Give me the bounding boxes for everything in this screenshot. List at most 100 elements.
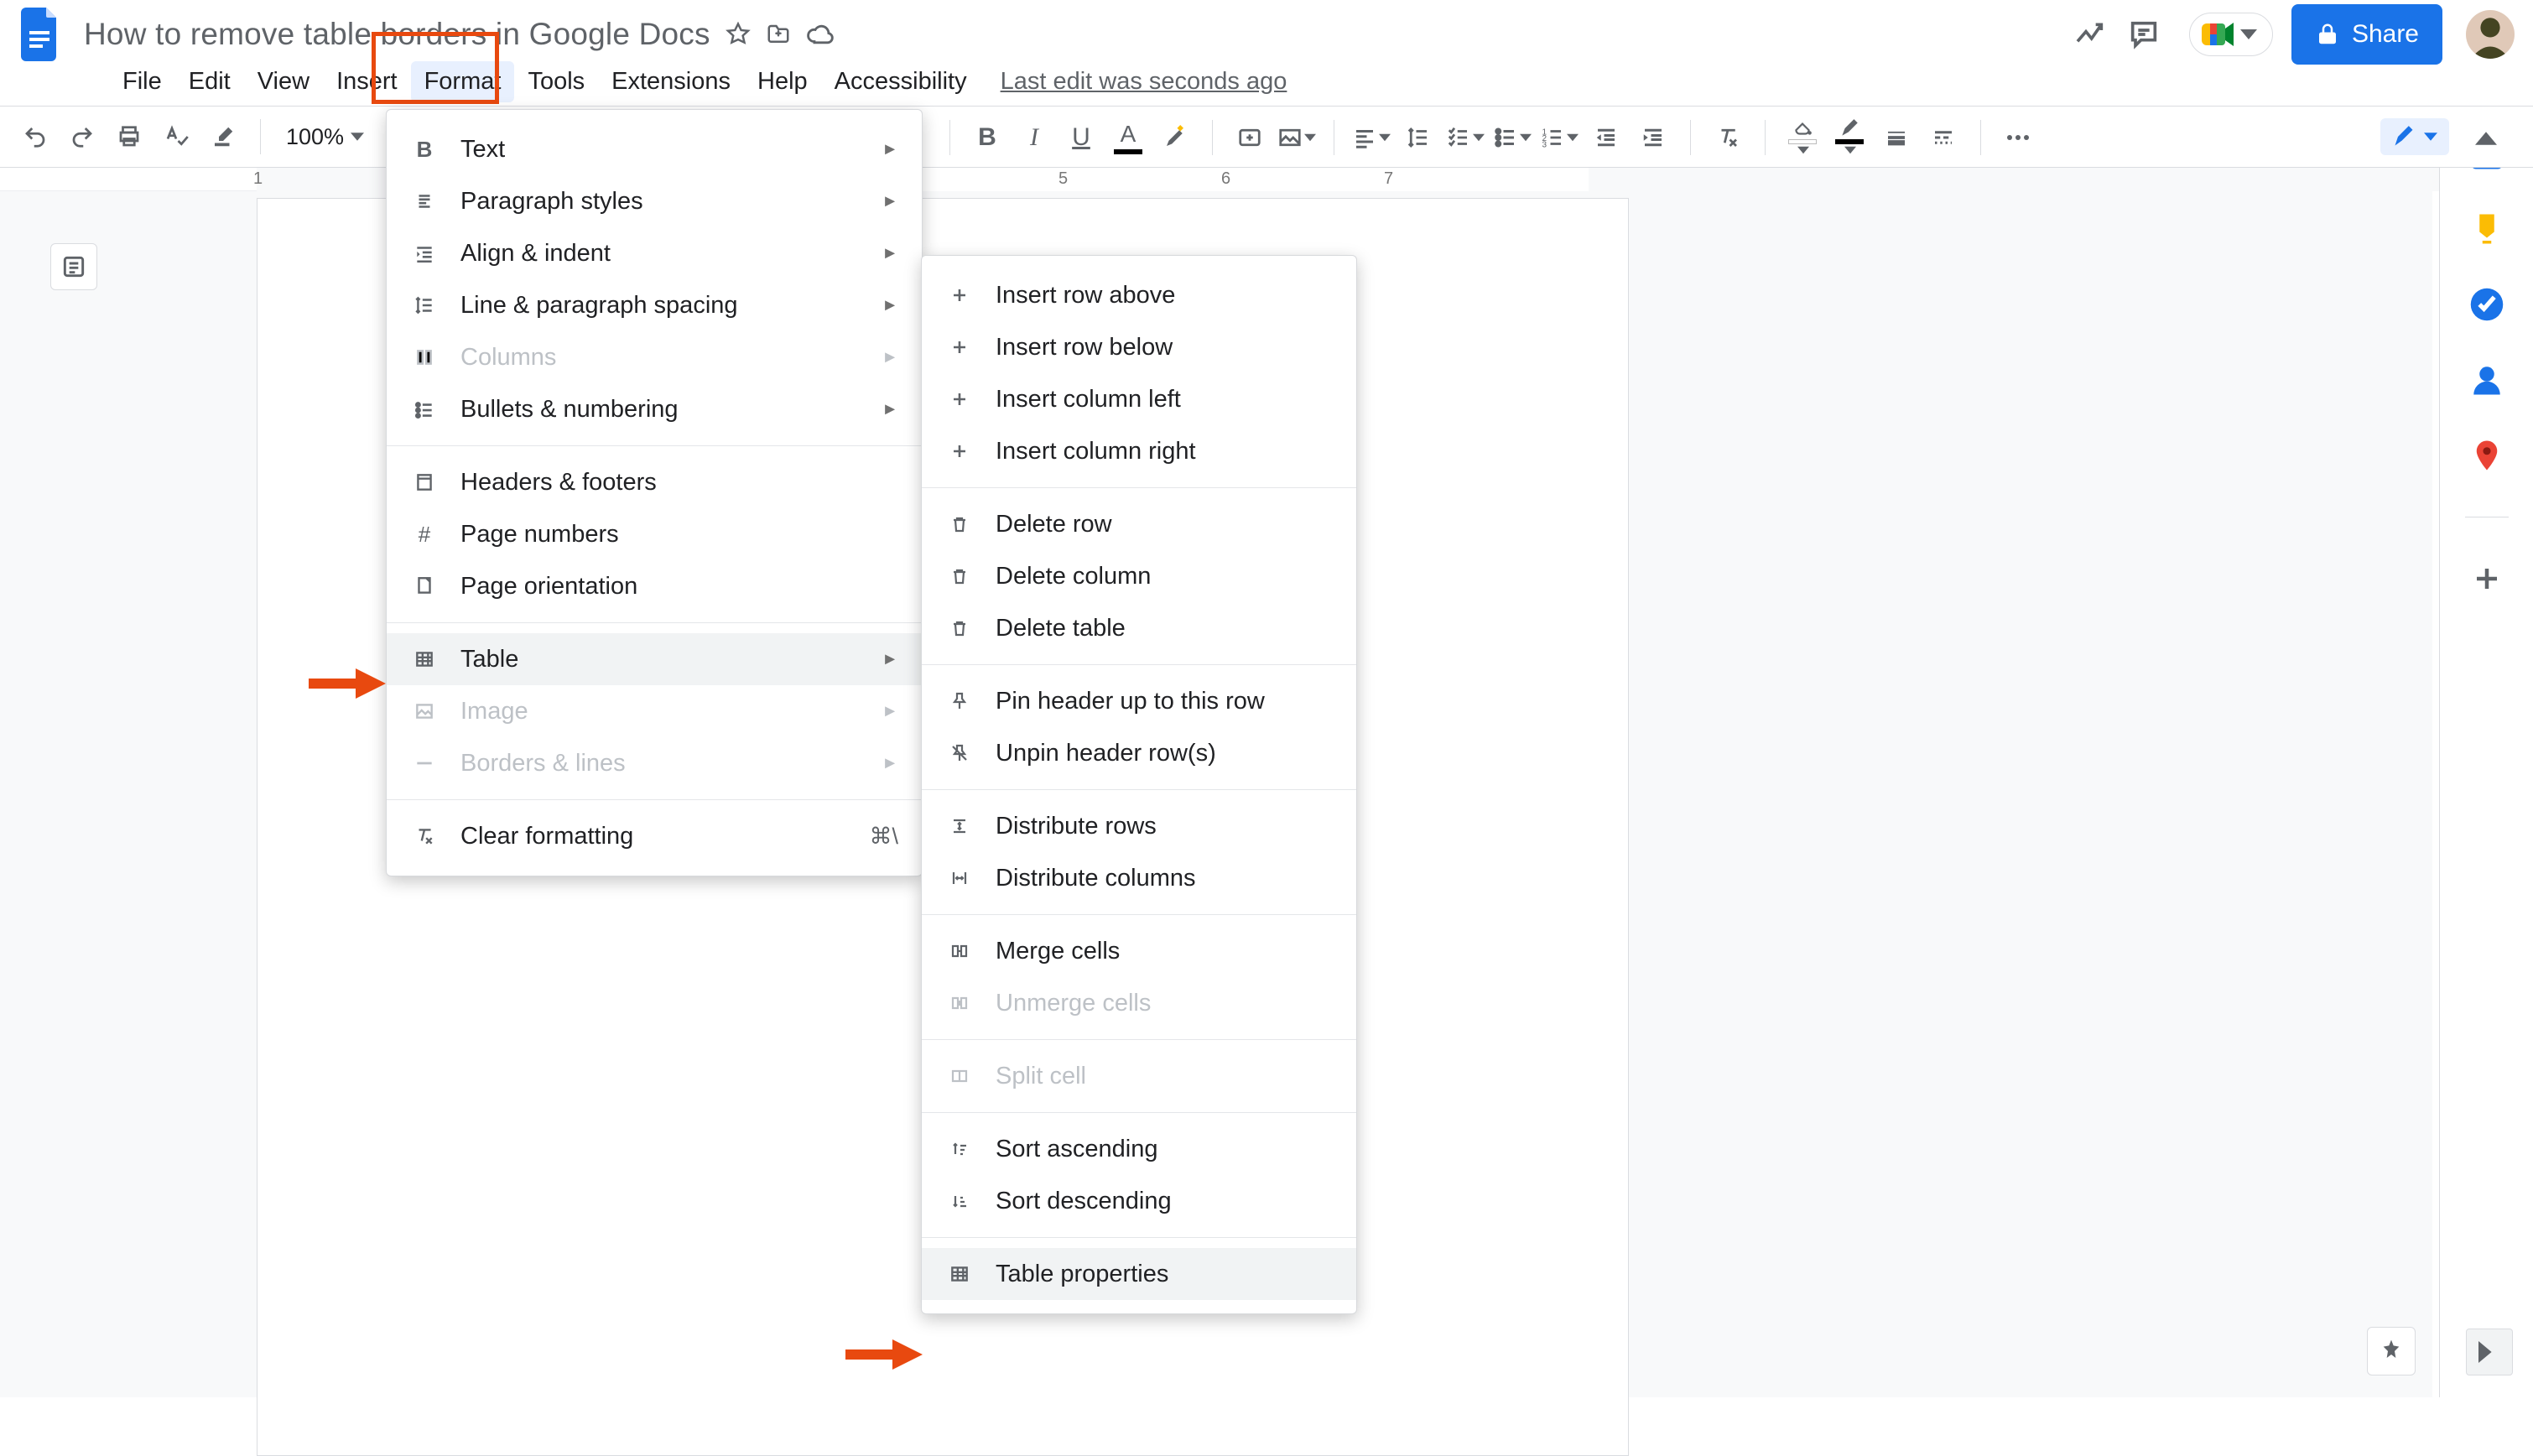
border-width-button[interactable]	[1876, 117, 1917, 158]
zoom-selector[interactable]: 100%	[278, 124, 372, 150]
menu-help[interactable]: Help	[744, 61, 821, 102]
trash-icon	[945, 562, 974, 590]
bulleted-list-button[interactable]	[1492, 117, 1532, 158]
menu-format[interactable]: Format	[411, 61, 515, 102]
menu-edit[interactable]: Edit	[175, 61, 244, 102]
collapse-toolbar-button[interactable]	[2466, 118, 2506, 159]
app-header: How to remove table borders in Google Do…	[0, 0, 2533, 57]
star-icon[interactable]	[726, 22, 751, 47]
maps-addon-icon[interactable]	[2468, 436, 2506, 475]
table-distribute-cols[interactable]: Distribute columns	[922, 852, 1356, 904]
menu-tools[interactable]: Tools	[514, 61, 598, 102]
format-page-orientation[interactable]: Page orientation	[387, 560, 922, 612]
table-unpin-header[interactable]: Unpin header row(s)	[922, 727, 1356, 779]
table-insert-row-above[interactable]: Insert row above	[922, 269, 1356, 321]
menu-insert[interactable]: Insert	[323, 61, 411, 102]
contacts-addon-icon[interactable]	[2468, 361, 2506, 399]
menu-extensions[interactable]: Extensions	[598, 61, 744, 102]
document-outline-button[interactable]	[50, 243, 97, 290]
mode-selector[interactable]	[2380, 118, 2449, 155]
table-sort-asc[interactable]: Sort ascending	[922, 1123, 1356, 1175]
format-columns[interactable]: Columns►	[387, 331, 922, 383]
share-label: Share	[2352, 20, 2419, 49]
format-page-numbers[interactable]: #Page numbers	[387, 508, 922, 560]
table-delete-table[interactable]: Delete table	[922, 602, 1356, 654]
horizontal-ruler[interactable]: 1 2 3 4 5 6 7	[0, 168, 2533, 191]
clear-format-button[interactable]	[1708, 117, 1748, 158]
table-distribute-rows[interactable]: Distribute rows	[922, 800, 1356, 852]
last-edit-link[interactable]: Last edit was seconds ago	[1001, 68, 1287, 96]
share-button[interactable]: Share	[2291, 4, 2442, 65]
format-paragraph-styles[interactable]: Paragraph styles►	[387, 175, 922, 227]
hide-sidepanel-button[interactable]	[2466, 1329, 2513, 1375]
align-button[interactable]	[1351, 117, 1391, 158]
table-unmerge-cells[interactable]: Unmerge cells	[922, 977, 1356, 1029]
meet-button[interactable]	[2189, 13, 2273, 56]
border-color-button[interactable]	[1829, 117, 1870, 158]
get-addons-button[interactable]	[2468, 559, 2506, 598]
increase-indent-button[interactable]	[1633, 117, 1673, 158]
format-borders-lines[interactable]: Borders & lines►	[387, 737, 922, 789]
tasks-addon-icon[interactable]	[2468, 285, 2506, 324]
redo-button[interactable]	[62, 117, 102, 157]
docs-logo-icon[interactable]	[18, 4, 64, 65]
format-text[interactable]: BText►	[387, 123, 922, 175]
format-clear-formatting[interactable]: Clear formatting⌘\	[387, 810, 922, 862]
keep-addon-icon[interactable]	[2468, 210, 2506, 248]
menu-file[interactable]: File	[109, 61, 175, 102]
format-image[interactable]: Image►	[387, 685, 922, 737]
insert-image-button[interactable]	[1277, 117, 1317, 158]
merge-icon	[945, 937, 974, 965]
format-line-spacing[interactable]: Line & paragraph spacing►	[387, 279, 922, 331]
format-table[interactable]: Table►	[387, 633, 922, 685]
table-sort-desc[interactable]: Sort descending	[922, 1175, 1356, 1227]
text-color-button[interactable]: A	[1108, 117, 1148, 158]
table-properties[interactable]: Table properties	[922, 1248, 1356, 1300]
print-button[interactable]	[109, 117, 149, 157]
format-headers-footers[interactable]: Headers & footers	[387, 456, 922, 508]
headers-footers-icon	[410, 468, 439, 497]
bold-button[interactable]: B	[967, 117, 1007, 158]
move-icon[interactable]	[766, 22, 791, 47]
explore-button[interactable]	[2367, 1327, 2416, 1375]
border-dash-button[interactable]	[1923, 117, 1963, 158]
spellcheck-button[interactable]	[156, 117, 196, 157]
toolbar: 100% B I U A 123	[0, 106, 2533, 168]
document-title[interactable]: How to remove table borders in Google Do…	[84, 17, 710, 52]
decrease-indent-button[interactable]	[1586, 117, 1626, 158]
table-delete-row[interactable]: Delete row	[922, 498, 1356, 550]
distribute-rows-icon	[945, 812, 974, 840]
table-pin-header[interactable]: Pin header up to this row	[922, 675, 1356, 727]
format-align-indent[interactable]: Align & indent►	[387, 227, 922, 279]
table-insert-row-below[interactable]: Insert row below	[922, 321, 1356, 373]
checklist-button[interactable]	[1445, 117, 1485, 158]
underline-button[interactable]: U	[1061, 117, 1101, 158]
toolbar-text-group: B I U A 123	[939, 107, 2038, 169]
activity-icon[interactable]	[2063, 8, 2117, 61]
table-insert-col-right[interactable]: Insert column right	[922, 425, 1356, 477]
image-icon	[410, 697, 439, 725]
table-split-cell[interactable]: Split cell	[922, 1050, 1356, 1102]
insert-link-button[interactable]	[1230, 117, 1270, 158]
table-merge-cells[interactable]: Merge cells	[922, 925, 1356, 977]
line-spacing-button[interactable]	[1398, 117, 1438, 158]
format-bullets-numbering[interactable]: Bullets & numbering►	[387, 383, 922, 435]
trash-icon	[945, 510, 974, 538]
italic-button[interactable]: I	[1014, 117, 1054, 158]
paint-format-button[interactable]	[203, 117, 243, 157]
clear-formatting-icon	[410, 822, 439, 850]
highlight-button[interactable]	[1155, 117, 1195, 158]
table-delete-column[interactable]: Delete column	[922, 550, 1356, 602]
table-submenu: Insert row above Insert row below Insert…	[921, 255, 1357, 1314]
pencil-icon	[2392, 125, 2416, 148]
account-avatar[interactable]	[2466, 10, 2515, 59]
comments-icon[interactable]	[2117, 8, 2171, 61]
cloud-status-icon[interactable]	[806, 22, 835, 47]
table-insert-col-left[interactable]: Insert column left	[922, 373, 1356, 425]
menu-view[interactable]: View	[244, 61, 323, 102]
more-button[interactable]	[1998, 117, 2038, 158]
undo-button[interactable]	[15, 117, 55, 157]
fill-color-button[interactable]	[1782, 117, 1823, 158]
numbered-list-button[interactable]: 123	[1539, 117, 1579, 158]
menu-accessibility[interactable]: Accessibility	[821, 61, 980, 102]
